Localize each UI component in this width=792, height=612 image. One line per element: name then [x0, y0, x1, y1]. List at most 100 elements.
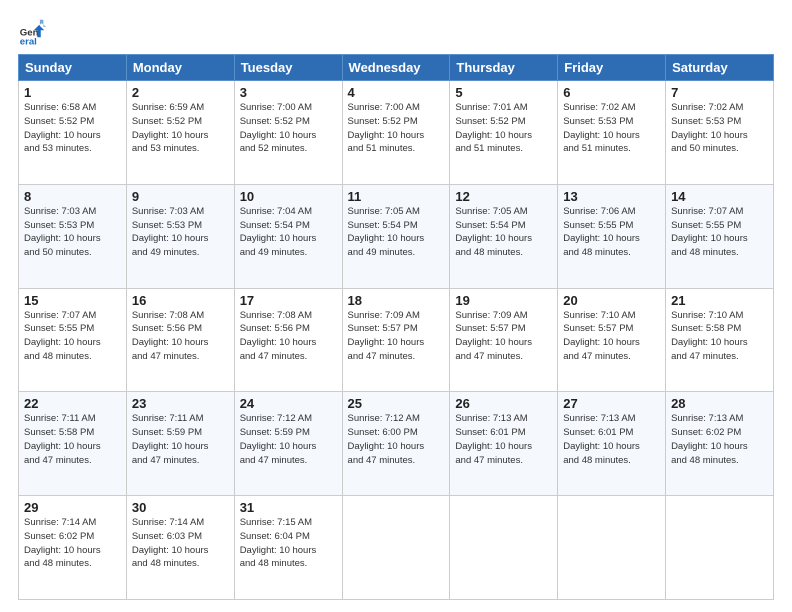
- calendar-cell: [342, 496, 450, 600]
- calendar-cell: 11Sunrise: 7:05 AMSunset: 5:54 PMDayligh…: [342, 184, 450, 288]
- day-number: 2: [132, 85, 229, 100]
- calendar-cell: 31Sunrise: 7:15 AMSunset: 6:04 PMDayligh…: [234, 496, 342, 600]
- day-info: Sunrise: 7:10 AMSunset: 5:57 PMDaylight:…: [563, 309, 660, 364]
- calendar-cell: [450, 496, 558, 600]
- calendar-cell: 10Sunrise: 7:04 AMSunset: 5:54 PMDayligh…: [234, 184, 342, 288]
- day-info: Sunrise: 7:00 AMSunset: 5:52 PMDaylight:…: [348, 101, 445, 156]
- calendar-cell: 29Sunrise: 7:14 AMSunset: 6:02 PMDayligh…: [19, 496, 127, 600]
- day-number: 27: [563, 396, 660, 411]
- day-number: 10: [240, 189, 337, 204]
- calendar-cell: 25Sunrise: 7:12 AMSunset: 6:00 PMDayligh…: [342, 392, 450, 496]
- calendar-cell: 30Sunrise: 7:14 AMSunset: 6:03 PMDayligh…: [126, 496, 234, 600]
- calendar-cell: 12Sunrise: 7:05 AMSunset: 5:54 PMDayligh…: [450, 184, 558, 288]
- logo: Gen eral: [18, 18, 50, 46]
- day-number: 30: [132, 500, 229, 515]
- calendar-cell: 19Sunrise: 7:09 AMSunset: 5:57 PMDayligh…: [450, 288, 558, 392]
- calendar-header-row: Sunday Monday Tuesday Wednesday Thursday…: [19, 55, 774, 81]
- calendar-cell: 27Sunrise: 7:13 AMSunset: 6:01 PMDayligh…: [558, 392, 666, 496]
- day-number: 12: [455, 189, 552, 204]
- calendar-week-row: 15Sunrise: 7:07 AMSunset: 5:55 PMDayligh…: [19, 288, 774, 392]
- calendar-page: Gen eral Sunday Monday Tuesday We: [0, 0, 792, 612]
- day-info: Sunrise: 7:14 AMSunset: 6:03 PMDaylight:…: [132, 516, 229, 571]
- day-info: Sunrise: 7:15 AMSunset: 6:04 PMDaylight:…: [240, 516, 337, 571]
- day-info: Sunrise: 7:02 AMSunset: 5:53 PMDaylight:…: [671, 101, 768, 156]
- day-number: 19: [455, 293, 552, 308]
- day-number: 29: [24, 500, 121, 515]
- calendar-cell: 18Sunrise: 7:09 AMSunset: 5:57 PMDayligh…: [342, 288, 450, 392]
- day-number: 23: [132, 396, 229, 411]
- calendar-cell: 9Sunrise: 7:03 AMSunset: 5:53 PMDaylight…: [126, 184, 234, 288]
- calendar-cell: 7Sunrise: 7:02 AMSunset: 5:53 PMDaylight…: [666, 81, 774, 185]
- day-info: Sunrise: 7:11 AMSunset: 5:59 PMDaylight:…: [132, 412, 229, 467]
- day-info: Sunrise: 7:11 AMSunset: 5:58 PMDaylight:…: [24, 412, 121, 467]
- calendar-week-row: 8Sunrise: 7:03 AMSunset: 5:53 PMDaylight…: [19, 184, 774, 288]
- calendar-cell: 8Sunrise: 7:03 AMSunset: 5:53 PMDaylight…: [19, 184, 127, 288]
- calendar-cell: [666, 496, 774, 600]
- day-info: Sunrise: 7:13 AMSunset: 6:02 PMDaylight:…: [671, 412, 768, 467]
- calendar-cell: 4Sunrise: 7:00 AMSunset: 5:52 PMDaylight…: [342, 81, 450, 185]
- calendar-cell: 17Sunrise: 7:08 AMSunset: 5:56 PMDayligh…: [234, 288, 342, 392]
- day-number: 1: [24, 85, 121, 100]
- day-info: Sunrise: 7:07 AMSunset: 5:55 PMDaylight:…: [24, 309, 121, 364]
- day-number: 20: [563, 293, 660, 308]
- day-number: 28: [671, 396, 768, 411]
- day-info: Sunrise: 7:03 AMSunset: 5:53 PMDaylight:…: [24, 205, 121, 260]
- day-number: 16: [132, 293, 229, 308]
- day-info: Sunrise: 7:03 AMSunset: 5:53 PMDaylight:…: [132, 205, 229, 260]
- day-number: 31: [240, 500, 337, 515]
- day-info: Sunrise: 7:09 AMSunset: 5:57 PMDaylight:…: [455, 309, 552, 364]
- day-info: Sunrise: 6:59 AMSunset: 5:52 PMDaylight:…: [132, 101, 229, 156]
- day-number: 4: [348, 85, 445, 100]
- calendar-cell: 2Sunrise: 6:59 AMSunset: 5:52 PMDaylight…: [126, 81, 234, 185]
- calendar-cell: 21Sunrise: 7:10 AMSunset: 5:58 PMDayligh…: [666, 288, 774, 392]
- day-info: Sunrise: 7:00 AMSunset: 5:52 PMDaylight:…: [240, 101, 337, 156]
- day-number: 3: [240, 85, 337, 100]
- day-info: Sunrise: 7:09 AMSunset: 5:57 PMDaylight:…: [348, 309, 445, 364]
- calendar-cell: [558, 496, 666, 600]
- day-info: Sunrise: 7:02 AMSunset: 5:53 PMDaylight:…: [563, 101, 660, 156]
- calendar-cell: 6Sunrise: 7:02 AMSunset: 5:53 PMDaylight…: [558, 81, 666, 185]
- day-info: Sunrise: 7:05 AMSunset: 5:54 PMDaylight:…: [348, 205, 445, 260]
- day-number: 9: [132, 189, 229, 204]
- calendar-cell: 28Sunrise: 7:13 AMSunset: 6:02 PMDayligh…: [666, 392, 774, 496]
- day-info: Sunrise: 7:04 AMSunset: 5:54 PMDaylight:…: [240, 205, 337, 260]
- day-number: 22: [24, 396, 121, 411]
- day-info: Sunrise: 7:05 AMSunset: 5:54 PMDaylight:…: [455, 205, 552, 260]
- calendar-week-row: 22Sunrise: 7:11 AMSunset: 5:58 PMDayligh…: [19, 392, 774, 496]
- day-info: Sunrise: 7:08 AMSunset: 5:56 PMDaylight:…: [240, 309, 337, 364]
- col-tuesday: Tuesday: [234, 55, 342, 81]
- day-number: 18: [348, 293, 445, 308]
- day-info: Sunrise: 7:07 AMSunset: 5:55 PMDaylight:…: [671, 205, 768, 260]
- calendar-cell: 16Sunrise: 7:08 AMSunset: 5:56 PMDayligh…: [126, 288, 234, 392]
- calendar-week-row: 1Sunrise: 6:58 AMSunset: 5:52 PMDaylight…: [19, 81, 774, 185]
- day-info: Sunrise: 7:10 AMSunset: 5:58 PMDaylight:…: [671, 309, 768, 364]
- calendar-cell: 23Sunrise: 7:11 AMSunset: 5:59 PMDayligh…: [126, 392, 234, 496]
- day-number: 15: [24, 293, 121, 308]
- day-number: 6: [563, 85, 660, 100]
- calendar-cell: 5Sunrise: 7:01 AMSunset: 5:52 PMDaylight…: [450, 81, 558, 185]
- day-info: Sunrise: 7:01 AMSunset: 5:52 PMDaylight:…: [455, 101, 552, 156]
- day-number: 8: [24, 189, 121, 204]
- day-number: 7: [671, 85, 768, 100]
- calendar-cell: 15Sunrise: 7:07 AMSunset: 5:55 PMDayligh…: [19, 288, 127, 392]
- day-number: 11: [348, 189, 445, 204]
- day-number: 25: [348, 396, 445, 411]
- calendar-table: Sunday Monday Tuesday Wednesday Thursday…: [18, 54, 774, 600]
- col-monday: Monday: [126, 55, 234, 81]
- calendar-week-row: 29Sunrise: 7:14 AMSunset: 6:02 PMDayligh…: [19, 496, 774, 600]
- day-info: Sunrise: 7:08 AMSunset: 5:56 PMDaylight:…: [132, 309, 229, 364]
- day-info: Sunrise: 7:06 AMSunset: 5:55 PMDaylight:…: [563, 205, 660, 260]
- calendar-cell: 20Sunrise: 7:10 AMSunset: 5:57 PMDayligh…: [558, 288, 666, 392]
- calendar-cell: 26Sunrise: 7:13 AMSunset: 6:01 PMDayligh…: [450, 392, 558, 496]
- calendar-cell: 1Sunrise: 6:58 AMSunset: 5:52 PMDaylight…: [19, 81, 127, 185]
- col-thursday: Thursday: [450, 55, 558, 81]
- day-info: Sunrise: 6:58 AMSunset: 5:52 PMDaylight:…: [24, 101, 121, 156]
- col-saturday: Saturday: [666, 55, 774, 81]
- col-friday: Friday: [558, 55, 666, 81]
- day-info: Sunrise: 7:12 AMSunset: 6:00 PMDaylight:…: [348, 412, 445, 467]
- logo-icon: Gen eral: [18, 18, 46, 46]
- calendar-cell: 3Sunrise: 7:00 AMSunset: 5:52 PMDaylight…: [234, 81, 342, 185]
- day-number: 24: [240, 396, 337, 411]
- day-number: 14: [671, 189, 768, 204]
- calendar-cell: 22Sunrise: 7:11 AMSunset: 5:58 PMDayligh…: [19, 392, 127, 496]
